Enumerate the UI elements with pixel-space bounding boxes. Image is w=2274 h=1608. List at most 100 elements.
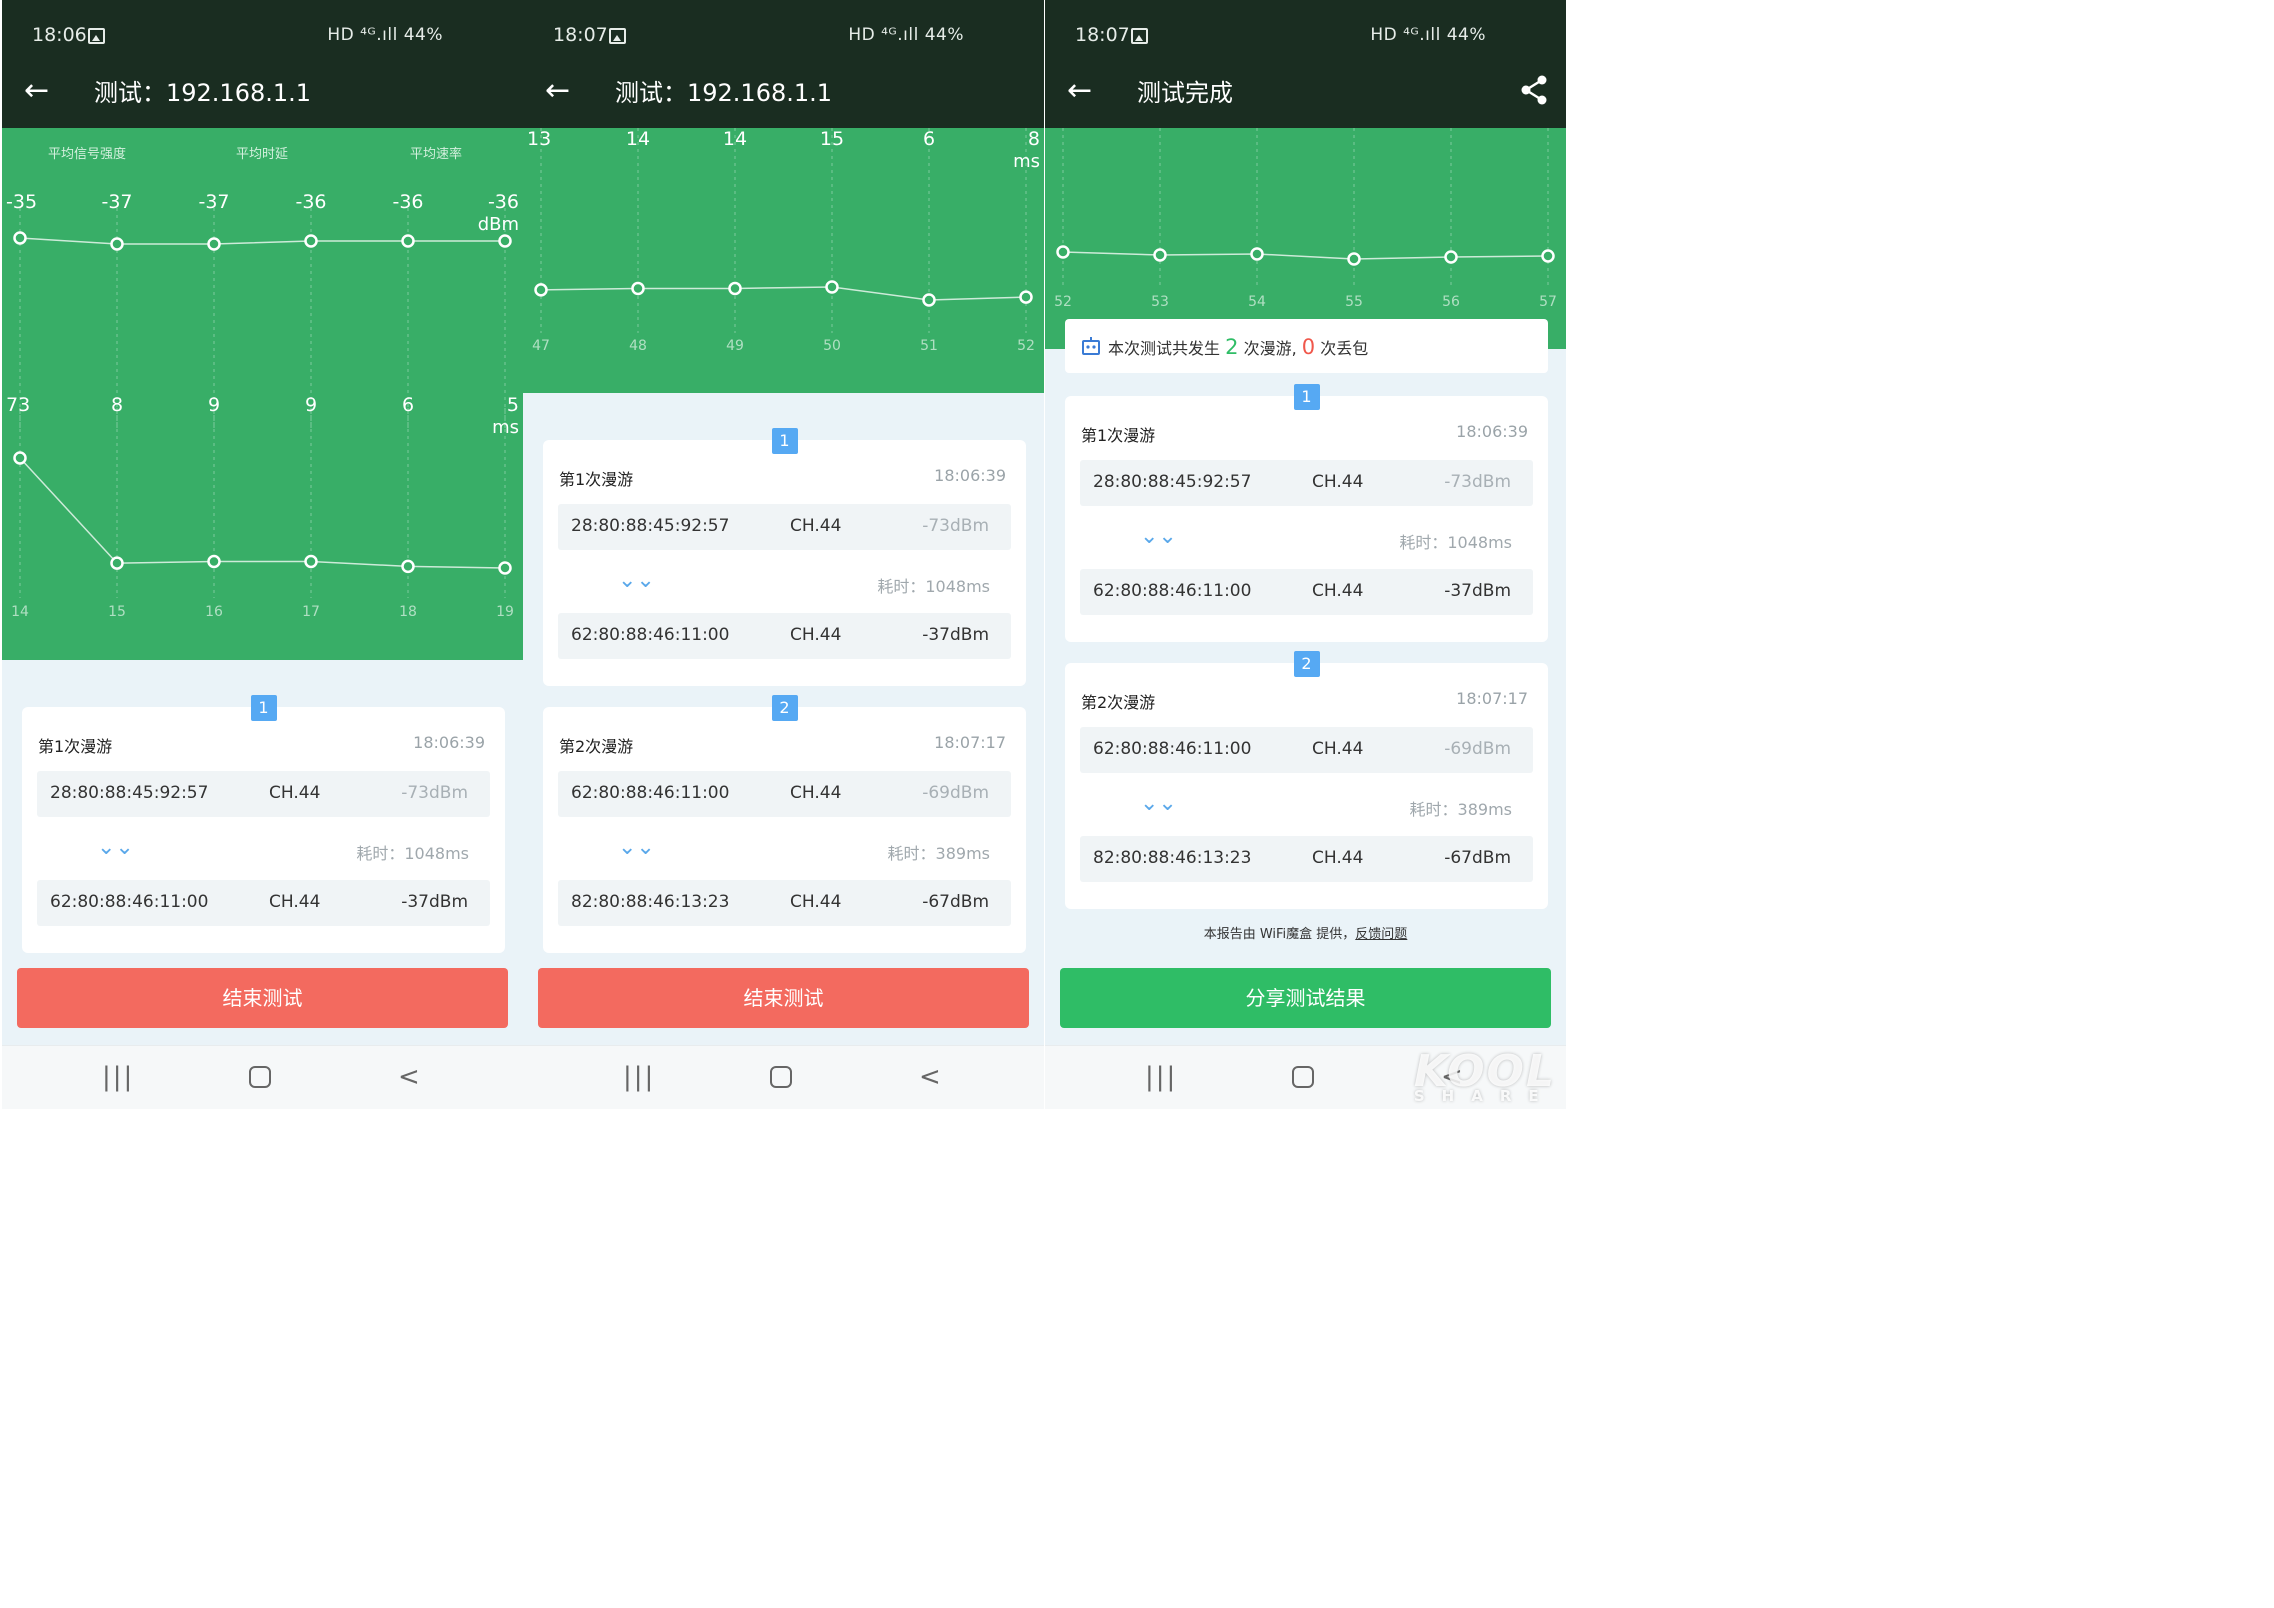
nav-back-icon[interactable]: < (919, 1062, 941, 1092)
app-bar: ← 测试：192.168.1.1 (523, 57, 1044, 128)
data-point (13, 231, 27, 245)
roam-badge: 1 (1293, 384, 1320, 410)
data-label: 13 (527, 128, 551, 150)
x-tick-label: 52 (1017, 338, 1035, 354)
recent-apps-icon[interactable]: ||| (102, 1062, 134, 1092)
x-tick-label: 17 (302, 604, 320, 620)
signal-dbm: -69dBm (1444, 739, 1511, 759)
status-bar: 18:06 HD ⁴ᴳ.ıll 44% (2, 0, 523, 57)
series-line (19, 237, 505, 245)
share-icon[interactable] (1520, 75, 1548, 109)
series-line (1062, 251, 1549, 260)
x-tick-label: 56 (1442, 294, 1460, 310)
series-line (19, 457, 506, 569)
roam-card: 1 第1次漫游 18:06:39 28:80:88:45:92:57 CH.44… (543, 428, 1026, 686)
end-test-button[interactable]: 结束测试 (17, 968, 508, 1028)
chart-area: 13 47 14 48 14 49 15 50 6 51 8 52 ms (523, 128, 1044, 393)
status-time: 18:06 (32, 24, 87, 46)
chart-area: 52 53 54 55 56 57 (1045, 128, 1566, 349)
data-label: -36 (488, 191, 519, 213)
data-label: 14 (626, 128, 650, 150)
status-indicators: HD ⁴ᴳ.ıll 44% (327, 25, 443, 45)
header-label-avg-rate: 平均速率 (410, 147, 463, 162)
gallery-icon (1131, 28, 1148, 44)
robot-icon (1081, 336, 1101, 360)
roam-to-row: 62:80:88:46:11:00 CH.44 -37dBm (37, 880, 490, 926)
roam-from-row: 28:80:88:45:92:57 CH.44 -73dBm (558, 504, 1011, 550)
status-indicators: HD ⁴ᴳ.ıll 44% (848, 25, 964, 45)
report-footer: 本报告由 WiFi魔盒 提供，反馈问题 (1045, 923, 1566, 942)
channel: CH.44 (1312, 848, 1364, 868)
data-point (304, 234, 318, 248)
home-icon[interactable] (1292, 1066, 1314, 1088)
roam-from-row: 28:80:88:45:92:57 CH.44 -73dBm (1080, 460, 1533, 506)
page-title: 测试：192.168.1.1 (615, 79, 833, 107)
data-label: 14 (723, 128, 747, 150)
header-label-avg-signal: 平均信号强度 (48, 147, 127, 162)
roam-time: 18:06:39 (934, 466, 1006, 485)
data-label: 8 (1028, 128, 1040, 150)
nav-back-icon[interactable]: < (398, 1062, 420, 1092)
channel: CH.44 (269, 783, 321, 803)
status-bar: 18:07 HD ⁴ᴳ.ıll 44% (1045, 0, 1566, 57)
signal-dbm: -37dBm (1444, 581, 1511, 601)
x-tick-label: 50 (823, 338, 841, 354)
data-label: -36 (295, 191, 326, 213)
roam-card: 2 第2次漫游 18:07:17 62:80:88:46:11:00 CH.44… (543, 695, 1026, 953)
back-arrow-icon[interactable]: ← (24, 71, 49, 111)
share-results-button[interactable]: 分享测试结果 (1060, 968, 1551, 1028)
data-label: -37 (101, 191, 132, 213)
signal-dbm: -73dBm (1444, 472, 1511, 492)
bssid: 28:80:88:45:92:57 (1093, 472, 1252, 492)
data-point (207, 237, 221, 251)
feedback-link[interactable]: 反馈问题 (1355, 927, 1407, 942)
system-nav-bar: ||| < (523, 1045, 1044, 1109)
bssid: 62:80:88:46:11:00 (571, 625, 730, 645)
roam-duration: 耗时：389ms (1409, 800, 1512, 819)
roam-time: 18:07:17 (934, 733, 1006, 752)
roam-from-row: 62:80:88:46:11:00 CH.44 -69dBm (1080, 727, 1533, 773)
channel: CH.44 (1312, 581, 1364, 601)
roam-badge: 2 (1293, 651, 1320, 677)
page-title: 测试：192.168.1.1 (94, 79, 312, 107)
data-label: 9 (305, 394, 317, 416)
data-label: 15 (820, 128, 844, 150)
roam-duration: 耗时：389ms (887, 844, 990, 863)
double-chevron-down-icon: ⌄⌄ (618, 568, 655, 593)
recent-apps-icon[interactable]: ||| (1145, 1062, 1177, 1092)
end-test-button[interactable]: 结束测试 (538, 968, 1029, 1028)
signal-dbm: -73dBm (401, 783, 468, 803)
data-point (922, 293, 936, 307)
x-tick-label: 16 (205, 604, 223, 620)
roam-card: 2 第2次漫游 18:07:17 62:80:88:46:11:00 CH.44… (1065, 651, 1548, 909)
x-tick-label: 49 (726, 338, 744, 354)
bssid: 28:80:88:45:92:57 (50, 783, 209, 803)
latency-chart: 13 47 14 48 14 49 15 50 6 51 8 52 ms (527, 128, 1040, 354)
x-tick-label: 53 (1151, 294, 1169, 310)
recent-apps-icon[interactable]: ||| (623, 1062, 655, 1092)
data-point (304, 554, 318, 569)
roam-title: 第1次漫游 (1081, 426, 1156, 445)
roam-from-row: 62:80:88:46:11:00 CH.44 -69dBm (558, 771, 1011, 817)
signal-dbm: -37dBm (401, 892, 468, 912)
back-arrow-icon[interactable]: ← (1067, 71, 1092, 111)
series-line (540, 286, 1027, 301)
footer-text: 本报告由 WiFi魔盒 提供， (1203, 927, 1356, 942)
data-point (401, 234, 415, 248)
summary-prefix: 本次测试共发生 (1108, 339, 1221, 358)
roam-title: 第1次漫游 (38, 737, 113, 756)
data-label: -36 (392, 191, 423, 213)
x-tick-label: 48 (629, 338, 647, 354)
home-icon[interactable] (770, 1066, 792, 1088)
roam-to-row: 82:80:88:46:13:23 CH.44 -67dBm (558, 880, 1011, 926)
x-tick-label: 15 (108, 604, 126, 620)
x-tick-label: 19 (496, 604, 514, 620)
home-icon[interactable] (249, 1066, 271, 1088)
roam-badge: 2 (771, 695, 798, 721)
x-tick-label: 47 (532, 338, 550, 354)
x-tick-label: 52 (1054, 294, 1072, 310)
back-arrow-icon[interactable]: ← (545, 71, 570, 111)
signal-dbm: -69dBm (922, 783, 989, 803)
data-label: 5 (507, 394, 519, 416)
roam-duration: 耗时：1048ms (356, 844, 469, 863)
